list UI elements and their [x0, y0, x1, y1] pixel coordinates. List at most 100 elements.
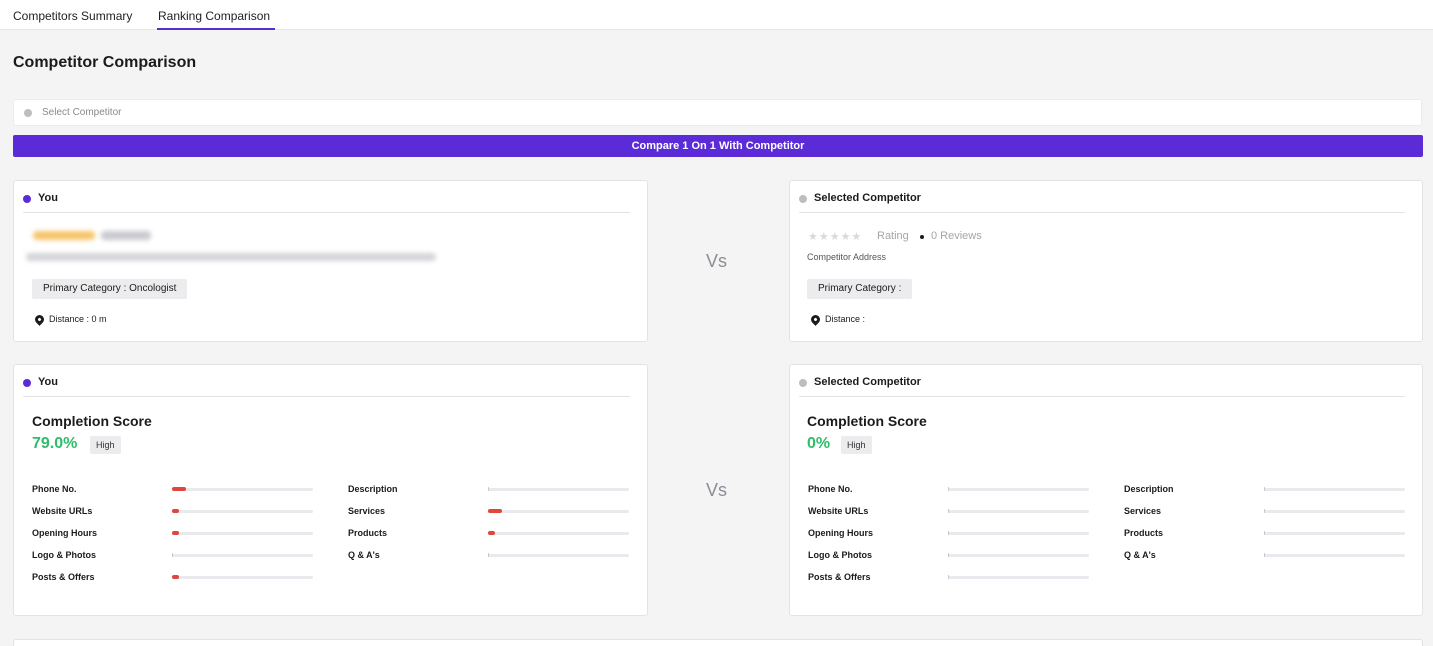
metric-label: Q & A's	[1124, 550, 1156, 560]
location-pin-icon	[809, 313, 822, 326]
metric-progress-fill	[172, 487, 187, 491]
metric-progress-bar	[172, 531, 313, 535]
primary-category-chip: Primary Category : Oncologist	[32, 279, 188, 299]
metric-progress-fill	[1264, 553, 1265, 557]
next-card	[13, 639, 1423, 646]
metric-label: Website URLs	[32, 506, 93, 516]
separator-dot	[920, 235, 924, 239]
metric-progress-fill	[488, 531, 496, 535]
metric-progress-fill	[172, 575, 180, 579]
reviews-count: 0 Reviews	[931, 230, 982, 242]
competitor-dot-icon	[799, 379, 807, 387]
metric-progress-bar	[948, 509, 1089, 513]
location-pin-icon	[33, 313, 46, 326]
metric-label: Products	[348, 528, 388, 538]
competitor-score-card: Selected Competitor Completion Score 0% …	[789, 364, 1423, 616]
metric-label: Services	[1124, 506, 1162, 516]
card-header-label: You	[38, 376, 58, 388]
metric-progress-bar	[488, 553, 629, 557]
card-header-label: You	[38, 192, 58, 204]
metric-label: Posts & Offers	[808, 572, 871, 582]
metric-progress-fill	[1264, 487, 1265, 491]
card-header: Selected Competitor	[799, 375, 1405, 397]
rating-stars-icon: ★★★★★	[808, 231, 863, 243]
metric-progress-bar	[172, 575, 313, 579]
metric-label: Q & A's	[348, 550, 380, 560]
metric-progress-fill	[948, 553, 949, 557]
metric-label: Logo & Photos	[32, 550, 96, 560]
metric-progress-fill	[172, 509, 180, 513]
metric-progress-bar	[172, 509, 313, 513]
metric-label: Phone No.	[32, 484, 77, 494]
card-header-label: Selected Competitor	[814, 376, 921, 388]
card-header: Selected Competitor	[799, 191, 1405, 213]
metric-label: Services	[348, 506, 386, 516]
card-header-label: Selected Competitor	[814, 192, 921, 204]
metric-progress-bar	[948, 553, 1089, 557]
metric-progress-fill	[948, 575, 949, 579]
score-level-badge: High	[90, 436, 121, 454]
tab-ranking-comparison[interactable]: Ranking Comparison	[158, 9, 270, 23]
metric-progress-bar	[488, 531, 629, 535]
completion-score-value: 79.0%	[32, 435, 78, 452]
competitor-profile-card: Selected Competitor ★★★★★ Rating 0 Revie…	[789, 180, 1423, 342]
metric-progress-bar	[488, 509, 629, 513]
metric-progress-fill	[172, 553, 173, 557]
metric-label: Opening Hours	[808, 528, 873, 538]
tab-bar: Competitors Summary Ranking Comparison	[0, 0, 1433, 30]
metric-progress-fill	[948, 531, 949, 535]
tab-competitors-summary[interactable]: Competitors Summary	[13, 9, 132, 23]
distance-label: Distance :	[825, 314, 866, 324]
metric-label: Website URLs	[808, 506, 869, 516]
metric-progress-fill	[1264, 531, 1265, 535]
metric-progress-bar	[172, 553, 313, 557]
metric-label: Posts & Offers	[32, 572, 95, 582]
rating-label: Rating	[877, 230, 909, 242]
blurred-rating	[33, 231, 95, 240]
distance-label: Distance : 0 m	[49, 314, 107, 324]
select-dot-icon	[24, 109, 32, 117]
you-dot-icon	[23, 379, 31, 387]
competitor-dot-icon	[799, 195, 807, 203]
card-header: You	[23, 375, 630, 397]
metric-label: Products	[1124, 528, 1164, 538]
score-level-badge: High	[841, 436, 872, 454]
metric-progress-bar	[1264, 487, 1405, 491]
metric-progress-bar	[1264, 531, 1405, 535]
metric-label: Phone No.	[808, 484, 853, 494]
you-score-card: You Completion Score 79.0% High Phone No…	[13, 364, 648, 616]
metric-progress-bar	[488, 487, 629, 491]
competitor-select-placeholder: Select Competitor	[42, 107, 122, 118]
competitor-select[interactable]: Select Competitor	[13, 99, 1422, 126]
card-header: You	[23, 191, 630, 213]
metric-progress-fill	[1264, 509, 1265, 513]
you-profile-card: You Primary Category : Oncologist Distan…	[13, 180, 648, 342]
metric-label: Opening Hours	[32, 528, 97, 538]
metric-label: Logo & Photos	[808, 550, 872, 560]
completion-score-value: 0%	[807, 435, 831, 452]
metric-progress-bar	[948, 575, 1089, 579]
metric-progress-bar	[172, 487, 313, 491]
competitor-address: Competitor Address	[807, 252, 887, 262]
metric-progress-fill	[488, 553, 489, 557]
metric-progress-bar	[1264, 553, 1405, 557]
metric-progress-fill	[172, 531, 180, 535]
metric-progress-fill	[488, 509, 503, 513]
blurred-address	[26, 253, 436, 261]
primary-category-chip: Primary Category :	[807, 279, 913, 299]
metric-label: Description	[348, 484, 398, 494]
blurred-review-count	[101, 231, 151, 240]
metric-progress-bar	[1264, 509, 1405, 513]
completion-score-title: Completion Score	[807, 413, 927, 429]
you-dot-icon	[23, 195, 31, 203]
metric-progress-bar	[948, 487, 1089, 491]
metric-progress-bar	[948, 531, 1089, 535]
completion-score-title: Completion Score	[32, 413, 152, 429]
vs-label: Vs	[706, 251, 728, 271]
compare-button[interactable]: Compare 1 On 1 With Competitor	[13, 135, 1423, 157]
metric-progress-fill	[948, 487, 949, 491]
metric-label: Description	[1124, 484, 1174, 494]
active-tab-indicator	[157, 28, 275, 30]
page-title: Competitor Comparison	[13, 54, 197, 71]
metric-progress-fill	[948, 509, 949, 513]
